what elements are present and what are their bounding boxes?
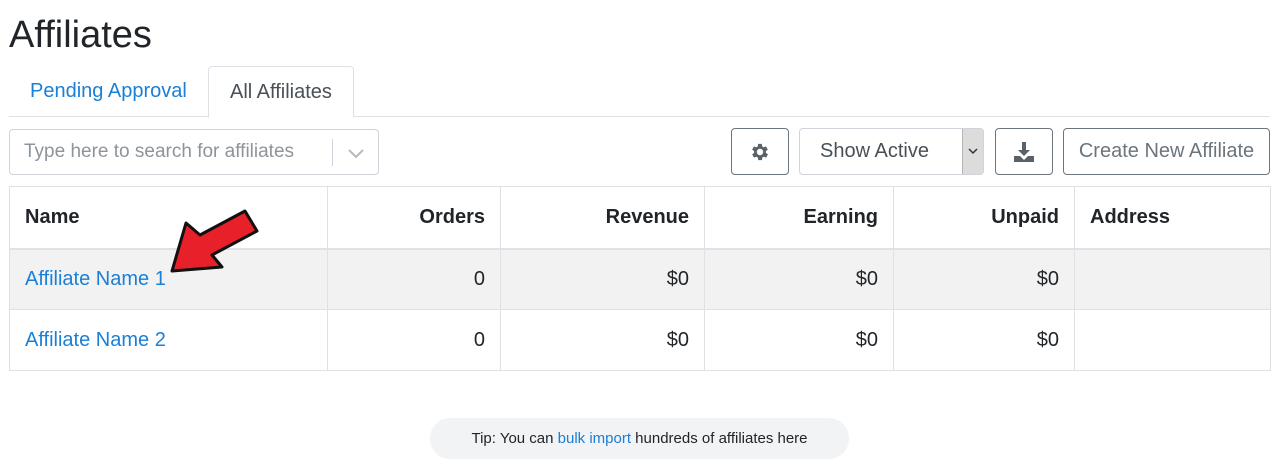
gear-icon [752,143,768,161]
address-cell [1074,309,1271,371]
earning-cell: $0 [704,248,894,310]
column-header-revenue[interactable]: Revenue [500,186,705,250]
status-filter-select[interactable]: Show Active [799,128,984,175]
tip-suffix: hundreds of affiliates here [631,430,808,447]
tab-all-affiliates[interactable]: All Affiliates [208,66,354,118]
tip-prefix: Tip: You can [471,430,558,447]
earning-cell: $0 [704,309,894,371]
page-title: Affiliates [9,14,152,56]
column-header-unpaid[interactable]: Unpaid [893,186,1075,250]
settings-button[interactable] [731,128,789,175]
search-box [9,129,379,175]
download-icon [1014,142,1034,162]
status-filter-value: Show Active [820,140,929,162]
chevron-down-icon[interactable] [345,142,367,164]
column-header-orders[interactable]: Orders [327,186,501,250]
chevron-down-icon [968,148,978,155]
orders-cell: 0 [327,248,501,310]
download-button[interactable] [995,128,1053,175]
red-arrow-annotation-icon [170,209,259,273]
orders-cell: 0 [327,309,501,371]
search-input[interactable] [10,130,332,174]
tab-bar: Pending Approval All Affiliates [9,66,1270,118]
table-row: Affiliate Name 2 0 $0 $0 $0 [9,309,1271,371]
unpaid-cell: $0 [893,248,1075,310]
affiliate-name-cell: Affiliate Name 2 [9,309,328,371]
affiliate-name-link[interactable]: Affiliate Name 1 [25,268,166,290]
column-header-address: Address [1074,186,1271,250]
unpaid-cell: $0 [893,309,1075,371]
address-cell [1074,248,1271,310]
affiliate-name-link[interactable]: Affiliate Name 2 [25,329,166,351]
tab-pending-approval[interactable]: Pending Approval [9,66,208,117]
select-arrow [962,129,983,174]
bulk-import-link[interactable]: bulk import [558,430,631,447]
tip-banner: Tip: You can bulk import hundreds of aff… [430,418,849,459]
create-new-affiliate-button[interactable]: Create New Affiliate [1063,128,1270,175]
revenue-cell: $0 [500,309,705,371]
column-header-earning[interactable]: Earning [704,186,894,250]
revenue-cell: $0 [500,248,705,310]
search-divider [332,139,333,166]
